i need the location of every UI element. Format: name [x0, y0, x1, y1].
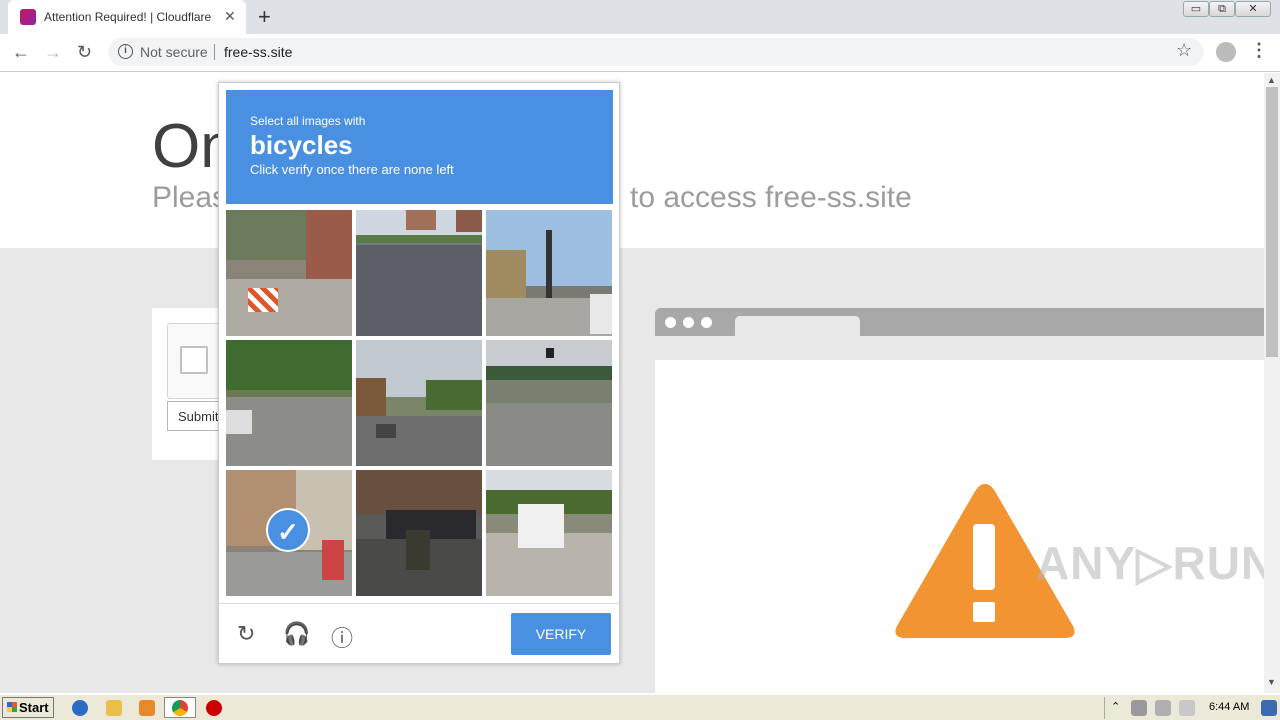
system-tray: ⌃ 6:44 AM [1104, 697, 1278, 719]
captcha-challenge: Select all images with bicycles Click ve… [218, 82, 620, 664]
captcha-tile-6[interactable] [486, 340, 612, 466]
browser-toolbar: ← → ↻ i Not secure free-ss.site ☆ [0, 34, 1280, 72]
separator [214, 44, 215, 60]
illustration-dot [701, 317, 712, 328]
volume-icon[interactable] [1155, 700, 1171, 716]
anyrun-watermark: ANY▷RUN [1036, 537, 1276, 589]
new-tab-button[interactable]: + [258, 4, 271, 30]
captcha-tile-8[interactable] [356, 470, 482, 596]
start-button[interactable]: Start [2, 697, 54, 718]
internet-explorer-icon[interactable] [72, 700, 88, 716]
close-window-button[interactable]: ✕ [1235, 1, 1271, 17]
address-bar[interactable]: i Not secure free-ss.site ☆ [108, 38, 1204, 66]
recaptcha-checkbox[interactable] [180, 346, 208, 374]
show-desktop-icon[interactable] [1261, 700, 1277, 716]
scroll-thumb[interactable] [1266, 87, 1278, 357]
reload-challenge-icon[interactable]: ↻ [237, 621, 255, 647]
clock[interactable]: 6:44 AM [1209, 701, 1249, 713]
captcha-keyword: bicycles [250, 130, 353, 160]
scroll-up-icon[interactable]: ▲ [1267, 75, 1276, 85]
security-label[interactable]: Not secure [140, 44, 208, 60]
illustration-bar [655, 308, 1264, 336]
browser-tab[interactable]: Attention Required! | Cloudflare ✕ [8, 0, 246, 34]
scroll-down-icon[interactable]: ▼ [1267, 677, 1276, 687]
browser-illustration [655, 308, 1264, 693]
file-explorer-icon[interactable] [106, 700, 122, 716]
illustration-dot [665, 317, 676, 328]
reload-icon[interactable]: ↻ [77, 42, 92, 63]
scrollbar[interactable]: ▲ ▼ [1264, 73, 1280, 693]
stop-icon[interactable] [206, 700, 222, 716]
captcha-tile-3[interactable] [486, 210, 612, 336]
illustration-tab [735, 316, 860, 336]
tab-title: Attention Required! | Cloudflare [44, 10, 212, 24]
tray-expand-icon[interactable]: ⌃ [1111, 700, 1120, 713]
captcha-tile-4[interactable] [226, 340, 352, 466]
cloudflare-favicon-icon [20, 9, 36, 25]
illustration-dot [683, 317, 694, 328]
windows-logo-icon [7, 702, 17, 712]
captcha-tile-1[interactable] [226, 210, 352, 336]
page-subheading: Pleas [152, 181, 228, 214]
back-icon[interactable]: ← [12, 42, 30, 63]
captcha-tile-9[interactable] [486, 470, 612, 596]
info-icon[interactable]: i [118, 44, 133, 59]
captcha-hint: Click verify once there are none left [250, 162, 454, 177]
url-text[interactable]: free-ss.site [224, 44, 292, 60]
minimize-button[interactable]: ▭ [1183, 1, 1209, 17]
start-label: Start [19, 700, 49, 715]
tab-close-icon[interactable]: ✕ [224, 8, 236, 25]
selected-check-icon: ✓ [266, 508, 310, 552]
flag-icon[interactable] [1179, 700, 1195, 716]
taskbar: Start ⌃ 6:44 AM [0, 694, 1280, 720]
verify-button[interactable]: VERIFY [511, 613, 611, 655]
chrome-icon [172, 700, 188, 716]
captcha-header: Select all images with bicycles Click ve… [226, 90, 613, 204]
page-subheading-continued: to access free-ss.site [630, 181, 912, 214]
chrome-taskbar-button[interactable] [164, 697, 196, 718]
captcha-tile-7-selected[interactable]: ✓ [226, 470, 352, 596]
bookmark-star-icon[interactable]: ☆ [1176, 40, 1192, 61]
tab-bar: Attention Required! | Cloudflare ✕ + ▭ ⧉… [0, 0, 1280, 34]
forward-icon[interactable]: → [44, 42, 62, 63]
profile-avatar-icon[interactable] [1216, 42, 1236, 62]
network-icon[interactable] [1131, 700, 1147, 716]
captcha-instruction: Select all images with [250, 114, 366, 128]
captcha-tile-5[interactable] [356, 340, 482, 466]
captcha-tile-2[interactable] [356, 210, 482, 336]
restore-button[interactable]: ⧉ [1209, 1, 1235, 17]
page-content: On Pleas to access free-ss.site Submit [0, 73, 1264, 693]
audio-challenge-icon[interactable]: 🎧 [283, 621, 310, 647]
media-player-icon[interactable] [139, 700, 155, 716]
captcha-footer-divider [219, 603, 619, 604]
illustration-window [655, 360, 1264, 693]
help-info-icon[interactable]: ⓘ [331, 621, 353, 653]
menu-icon[interactable]: ⋮ [1250, 40, 1268, 61]
